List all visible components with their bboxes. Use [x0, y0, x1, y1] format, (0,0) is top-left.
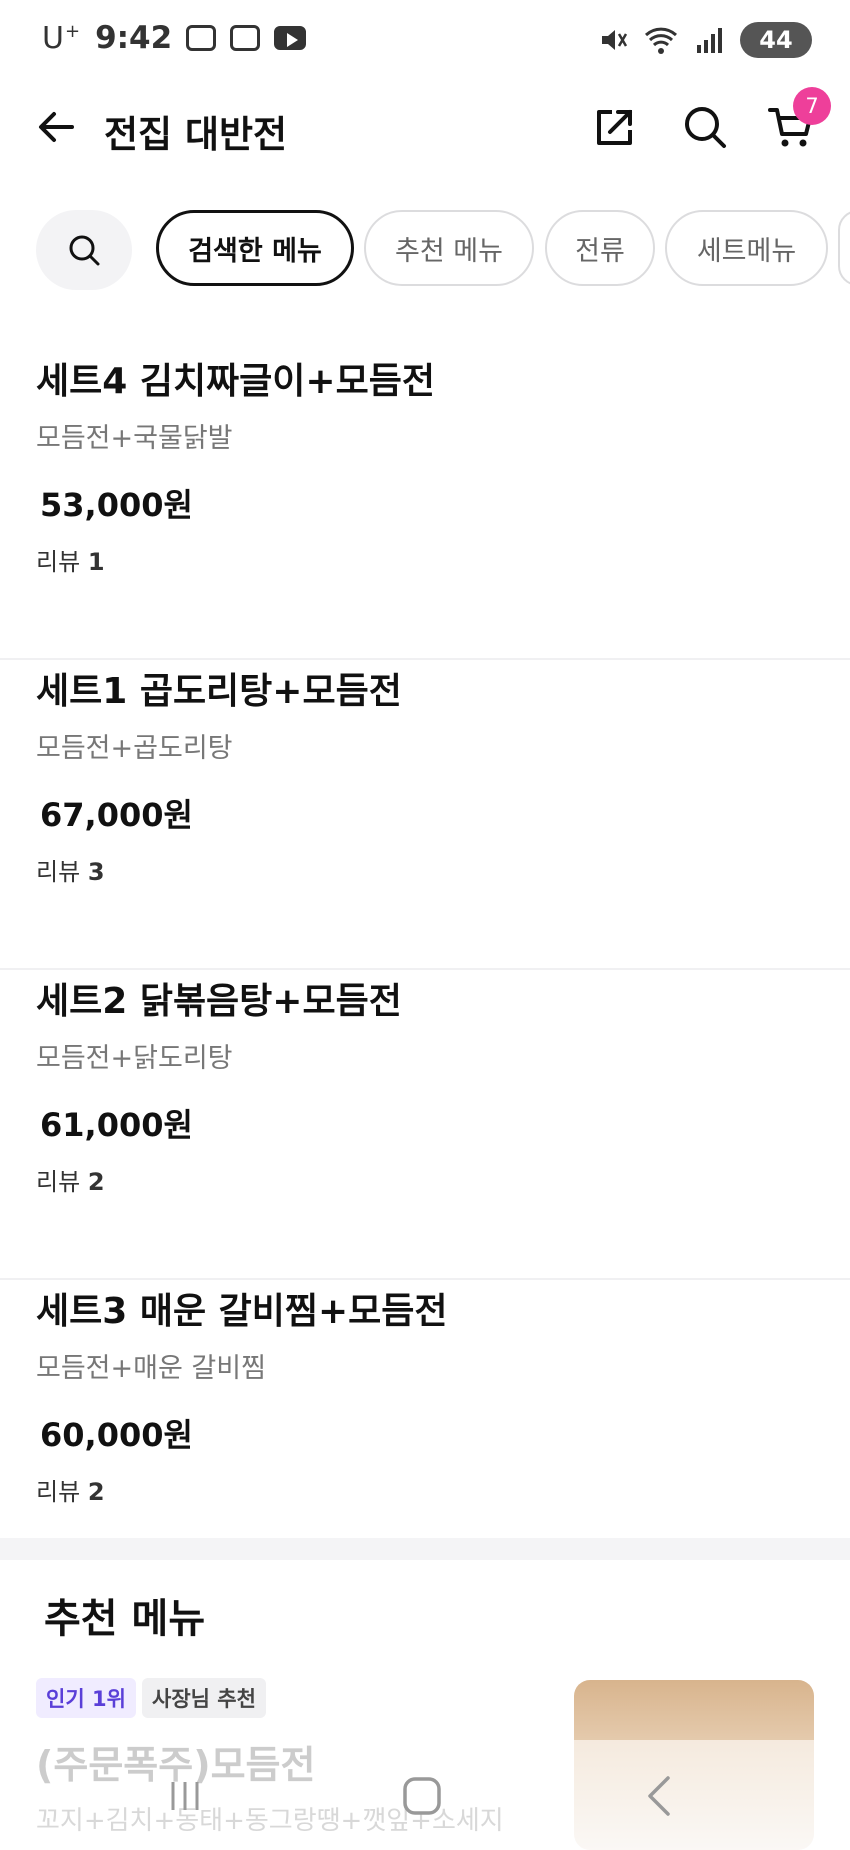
chip-recommended-menu[interactable]: 추천 메뉴	[364, 210, 534, 286]
carrier-label: U+	[42, 20, 82, 56]
recent-apps-icon[interactable]	[155, 1766, 215, 1826]
menu-item-review: 리뷰 2	[36, 1478, 105, 1506]
menu-item[interactable]: 세트4 김치짜글이+모듬전 모듬전+국물닭발 53,000원 리뷰 1	[0, 352, 850, 660]
screenshot-icon	[186, 25, 217, 51]
home-icon[interactable]	[392, 1766, 452, 1826]
menu-item-desc: 모듬전+국물닭발	[36, 423, 233, 454]
section-title: 추천 메뉴	[44, 1596, 206, 1642]
status-right: 44	[598, 22, 812, 58]
menu-item-price: 67,000원	[40, 796, 193, 834]
menu-item-review: 리뷰 3	[36, 858, 105, 886]
menu-item-name: 세트1 곱도리탕+모듬전	[36, 671, 402, 712]
signal-icon	[697, 28, 722, 53]
chip-more[interactable]	[838, 210, 850, 286]
menu-item-name: 세트4 김치짜글이+모듬전	[36, 361, 435, 402]
menu-item-desc: 모듬전+매운 갈비찜	[36, 1353, 266, 1384]
chip-set-menu[interactable]: 세트메뉴	[665, 210, 828, 286]
menu-item-price: 53,000원	[40, 486, 193, 524]
chip-search-button[interactable]	[36, 210, 132, 290]
menu-item-name: 세트3 매운 갈비찜+모듬전	[36, 1291, 448, 1332]
page-title: 전집 대반전	[104, 113, 288, 156]
back-arrow-icon[interactable]	[32, 102, 82, 152]
category-chips: 검색한 메뉴 추천 메뉴 전류 세트메뉴	[0, 208, 850, 292]
chip-jeon[interactable]: 전류	[545, 210, 655, 286]
menu-item-price: 61,000원	[40, 1106, 193, 1144]
wifi-icon	[644, 27, 678, 54]
menu-item[interactable]: 세트1 곱도리탕+모듬전 모듬전+곱도리탕 67,000원 리뷰 3	[0, 662, 850, 970]
battery-indicator: 44	[740, 22, 812, 58]
menu-item-review: 리뷰 2	[36, 1168, 105, 1196]
youtube-icon	[274, 26, 307, 50]
share-icon[interactable]	[590, 102, 640, 152]
menu-item-review: 리뷰 1	[36, 548, 105, 576]
status-bar: U+ 9:42 44	[0, 0, 850, 80]
menu-item-name: 세트2 닭볶음탕+모듬전	[36, 981, 402, 1022]
owner-pick-badge: 사장님 추천	[142, 1678, 266, 1718]
system-nav-bar	[0, 1752, 850, 1842]
menu-item-price: 60,000원	[40, 1416, 193, 1454]
back-nav-icon[interactable]	[630, 1766, 690, 1826]
status-left: U+ 9:42	[42, 20, 307, 56]
menu-item-desc: 모듬전+곱도리탕	[36, 733, 233, 764]
app-header: 전집 대반전	[0, 88, 850, 168]
popular-badge: 인기 1위	[36, 1678, 136, 1718]
menu-item-desc: 모듬전+닭도리탕	[36, 1043, 233, 1074]
menu-item[interactable]: 세트2 닭볶음탕+모듬전 모듬전+닭도리탕 61,000원 리뷰 2	[0, 972, 850, 1280]
section-divider	[0, 1538, 850, 1560]
cart-count-badge: 7	[793, 87, 831, 125]
chip-searched-menu[interactable]: 검색한 메뉴	[156, 210, 354, 286]
voicemail-icon	[230, 25, 261, 51]
search-icon[interactable]	[680, 102, 730, 152]
status-time: 9:42	[95, 20, 173, 56]
search-icon	[69, 235, 100, 266]
mute-icon	[602, 30, 628, 50]
